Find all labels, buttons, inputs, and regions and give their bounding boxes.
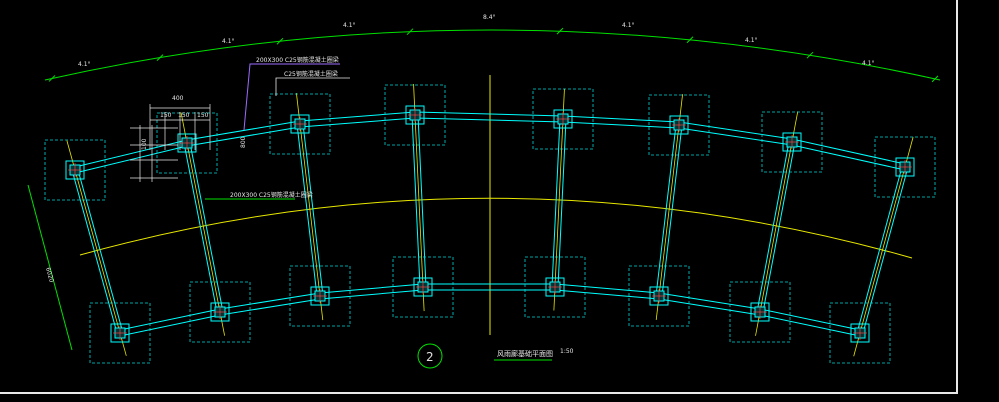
top-dim-1: 4.1° (78, 61, 91, 68)
drawing-title: 风雨廊基础平面图 (497, 349, 553, 358)
section-number: 2 (426, 350, 434, 364)
detail-dim-5: 100 (141, 138, 148, 150)
detail-dim-2: 150 (160, 112, 172, 119)
top-dimension-arc (44, 29, 941, 81)
radial-beam-a-7 (856, 166, 903, 334)
top-dim-4: 8.4° (483, 14, 496, 21)
radial-beam-a-5 (655, 124, 677, 297)
annotation-leader-2 (275, 77, 350, 96)
top-dim-6: 4.1° (745, 37, 758, 44)
radial-beam-b-0 (77, 169, 124, 334)
radial-beam-b-7 (862, 166, 909, 334)
detail-dim-4: 150 (197, 112, 209, 119)
left-dim-text: 6020 (44, 267, 55, 284)
drawing-scale: 1:50 (560, 348, 574, 355)
annotation-2: C25钢筋混凝土圈梁 (284, 70, 338, 78)
annotation-3: 200X300 C25钢筋混凝土圈梁 (230, 191, 313, 199)
top-dim-7: 4.1° (862, 60, 875, 67)
top-dim-3: 4.1° (343, 22, 356, 29)
structure-group (44, 27, 939, 364)
detail-dim-1: 400 (172, 95, 184, 102)
radial-beam-b-6 (762, 141, 796, 313)
side-mark: 800 (240, 136, 247, 148)
annotation-1: 200X300 C25钢筋混凝土圈梁 (256, 56, 339, 64)
top-dim-5: 4.1° (622, 22, 635, 29)
detail-dim-3: 150 (178, 112, 190, 119)
radial-beam-a-1 (183, 142, 218, 313)
cad-plan-drawing: 4.1° 4.1° 4.1° 8.4° 4.1° 4.1° 4.1° 6020 … (27, 14, 941, 369)
top-dim-2: 4.1° (222, 38, 235, 45)
radial-beam-a-0 (71, 169, 118, 334)
